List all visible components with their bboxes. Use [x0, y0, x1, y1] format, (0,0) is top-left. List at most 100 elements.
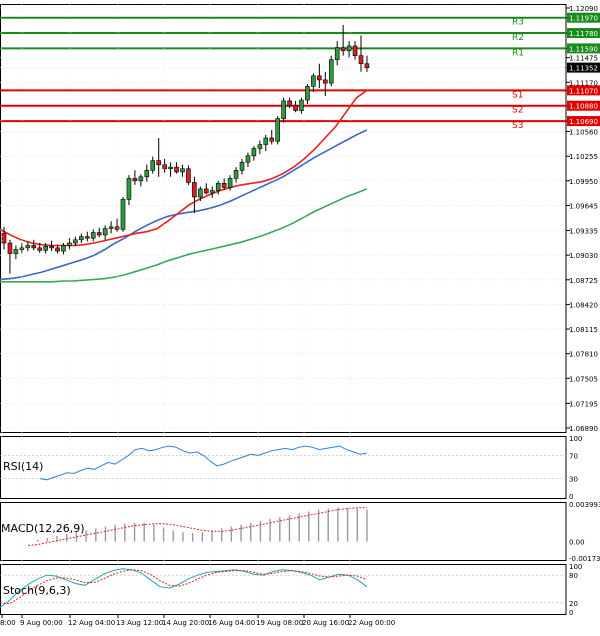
rsi-tick-label: 30	[569, 476, 578, 484]
candle-body	[7, 242, 13, 254]
candle-body	[168, 166, 173, 170]
candle-body	[37, 247, 43, 251]
level-price-label-s3: 1.10690	[569, 118, 598, 126]
candle-body	[221, 182, 227, 188]
candle-body	[1, 233, 7, 244]
candle-body	[227, 178, 233, 188]
candle-body	[245, 155, 251, 163]
rsi-tick-label: 100	[569, 435, 582, 443]
rsi-tick-label: 0	[569, 493, 573, 501]
x-tick-label: 12 Aug 04:00	[68, 619, 115, 627]
price-tick-label: 1.07505	[569, 375, 598, 383]
price-tick-label: 1.12090	[569, 5, 598, 13]
candle-body	[322, 79, 328, 84]
candle-body	[328, 59, 334, 84]
candle-body	[102, 228, 108, 236]
price-tick-label: 1.09030	[569, 252, 598, 260]
price-tick-label: 1.10560	[569, 129, 598, 137]
candle-body	[233, 170, 239, 179]
candle-body	[263, 137, 269, 145]
candle-body	[49, 245, 54, 249]
candle-body	[108, 226, 114, 229]
chart-background	[0, 0, 600, 632]
candle-body	[299, 99, 304, 111]
candle-body	[293, 105, 298, 111]
stoch-tick-label: 0	[569, 609, 573, 617]
candle-body	[180, 168, 185, 173]
candle-body	[96, 232, 102, 236]
level-name-s2: S2	[512, 106, 523, 116]
macd-tick-label: -0.001734	[569, 555, 600, 563]
candle-body	[358, 55, 364, 65]
candle-body	[334, 47, 340, 60]
price-tick-label: 1.11475	[569, 55, 598, 63]
candle-body	[251, 148, 257, 157]
candle-body	[352, 45, 358, 56]
level-name-r1: R1	[512, 48, 524, 58]
candle-body	[311, 75, 316, 87]
stoch-tick-label: 20	[569, 600, 578, 608]
candle-body	[126, 178, 132, 200]
price-tick-label: 1.09645	[569, 202, 598, 210]
level-price-label-r2: 1.11780	[569, 30, 598, 38]
price-tick-label: 1.08115	[569, 326, 598, 334]
level-name-s1: S1	[512, 90, 523, 100]
level-price-label-r3: 1.11970	[569, 15, 598, 23]
candle-body	[25, 245, 31, 249]
candle-body	[192, 182, 197, 198]
candle-body	[90, 232, 96, 239]
x-tick-label: 19 Aug 08:00	[256, 619, 303, 627]
current-price-label: 1.11352	[569, 65, 598, 73]
price-tick-label: 1.08420	[569, 301, 598, 309]
price-tick-label: 1.08725	[569, 277, 598, 285]
candle-body	[144, 170, 150, 178]
stoch-tick-label: 100	[569, 563, 582, 571]
candle-body	[120, 199, 126, 230]
candle-body	[43, 245, 48, 251]
macd-tick-label: 0.00	[569, 539, 585, 547]
stoch-label: Stoch(9,6,3)	[3, 584, 71, 597]
candle-body	[61, 245, 66, 252]
level-name-r2: R2	[512, 33, 524, 43]
candle-body	[204, 188, 209, 194]
price-tick-label: 1.07810	[569, 351, 598, 359]
level-name-s3: S3	[512, 121, 523, 131]
candle-body	[215, 182, 221, 191]
candle-body	[257, 144, 263, 149]
x-tick-label: 20 Aug 16:00	[302, 619, 349, 627]
x-tick-label: 8:00	[0, 619, 16, 627]
candle-body	[13, 249, 19, 254]
price-tick-label: 1.09950	[569, 178, 598, 186]
candle-body	[73, 239, 78, 244]
candle-body	[209, 190, 215, 194]
level-name-r3: R3	[512, 18, 524, 28]
level-price-label-r1: 1.11590	[569, 45, 598, 53]
candle-body	[287, 100, 292, 107]
level-price-label-s2: 1.10880	[569, 103, 598, 111]
x-tick-label: 9 Aug 00:00	[20, 619, 63, 627]
candle-body	[31, 245, 37, 249]
macd-tick-label: 0.003993	[569, 501, 600, 509]
x-tick-label: 13 Aug 12:00	[116, 619, 163, 627]
candle-body	[55, 247, 60, 252]
price-tick-label: 1.09335	[569, 228, 598, 236]
candle-body	[67, 242, 72, 246]
price-tick-label: 1.06890	[569, 425, 598, 433]
candle-body	[174, 166, 179, 173]
candle-body	[138, 176, 144, 182]
candle-body	[275, 118, 281, 142]
candle-body	[364, 63, 370, 69]
candle-body	[150, 160, 156, 171]
candle-body	[346, 45, 352, 52]
forex-chart: 1.12090 1.11970 1.11780 1.11590 1.11475 1.113…	[0, 0, 600, 632]
candle-body	[281, 100, 286, 119]
candle-body	[79, 236, 84, 241]
candle-body	[305, 86, 310, 101]
candle-body	[269, 137, 275, 142]
candle-body	[186, 168, 191, 183]
candle-body	[114, 226, 120, 230]
candle-body	[85, 236, 90, 239]
price-tick-label: 1.10255	[569, 153, 598, 161]
candle-body	[132, 178, 138, 182]
stoch-tick-label: 80	[569, 572, 578, 580]
